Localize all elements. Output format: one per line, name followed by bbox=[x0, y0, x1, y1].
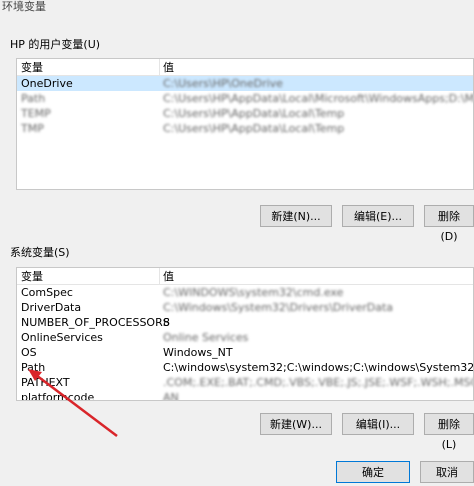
var-name: TMP bbox=[21, 122, 44, 135]
var-name: Path bbox=[21, 361, 46, 374]
var-value: C:\Users\HP\OneDrive bbox=[163, 77, 283, 90]
var-value: AN bbox=[163, 391, 179, 401]
system-delete-button[interactable]: 删除(L) bbox=[424, 413, 474, 451]
var-value: C:\windows\system32;C:\windows;C:\window… bbox=[163, 361, 474, 374]
var-name: DriverData bbox=[21, 301, 82, 314]
var-name: OneDrive bbox=[21, 77, 73, 90]
user-vars-header[interactable]: 变量 值 bbox=[17, 59, 473, 76]
var-value: 8 bbox=[163, 316, 170, 329]
system-vars-label: 系统变量(S) bbox=[10, 246, 70, 259]
system-new-button[interactable]: 新建(W)... bbox=[260, 413, 332, 435]
var-value: C:\Users\HP\AppData\Local\Microsoft\Wind… bbox=[163, 92, 474, 105]
col-value-header[interactable]: 值 bbox=[163, 268, 174, 285]
system-edit-button[interactable]: 编辑(I)... bbox=[342, 413, 414, 435]
cancel-button[interactable]: 取消 bbox=[420, 461, 474, 483]
var-value: C:\Windows\System32\Drivers\DriverData bbox=[163, 301, 394, 314]
table-row[interactable]: PATHEXT .COM;.EXE;.BAT;.CMD;.VBS;.VBE;.J… bbox=[17, 375, 473, 390]
col-name-header[interactable]: 变量 bbox=[21, 59, 43, 76]
var-name: platformcode bbox=[21, 391, 95, 401]
col-name-header[interactable]: 变量 bbox=[21, 268, 43, 285]
var-name: OS bbox=[21, 346, 37, 359]
user-delete-button[interactable]: 删除(D) bbox=[424, 205, 474, 243]
var-name: PATHEXT bbox=[21, 376, 70, 389]
var-value: Online Services bbox=[163, 331, 249, 344]
var-value: C:\WINDOWS\system32\cmd.exe bbox=[163, 286, 344, 299]
user-vars-label: HP 的用户变量(U) bbox=[10, 38, 101, 51]
table-row[interactable]: TMP C:\Users\HP\AppData\Local\Temp bbox=[17, 121, 473, 136]
window-title: 环境变量 bbox=[2, 0, 46, 13]
table-row[interactable]: Path C:\Users\HP\AppData\Local\Microsoft… bbox=[17, 91, 473, 106]
var-value: Windows_NT bbox=[163, 346, 233, 359]
var-value: C:\Users\HP\AppData\Local\Temp bbox=[163, 107, 345, 120]
user-new-button[interactable]: 新建(N)... bbox=[260, 205, 332, 227]
table-row[interactable]: OnlineServices Online Services bbox=[17, 330, 473, 345]
table-row[interactable]: platformcode AN bbox=[17, 390, 473, 401]
table-row[interactable]: OS Windows_NT bbox=[17, 345, 473, 360]
user-vars-list[interactable]: 变量 值 OneDrive C:\Users\HP\OneDrive Path … bbox=[16, 58, 474, 190]
var-value: .COM;.EXE;.BAT;.CMD;.VBS;.VBE;.JS;.JSE;.… bbox=[163, 376, 474, 389]
table-row[interactable]: OneDrive C:\Users\HP\OneDrive bbox=[17, 76, 473, 91]
table-row[interactable]: DriverData C:\Windows\System32\Drivers\D… bbox=[17, 300, 473, 315]
var-name: OnlineServices bbox=[21, 331, 103, 344]
column-separator[interactable] bbox=[159, 268, 160, 285]
var-name: TEMP bbox=[21, 107, 51, 120]
col-value-header[interactable]: 值 bbox=[163, 59, 174, 76]
var-name: NUMBER_OF_PROCESSORS bbox=[21, 316, 170, 329]
table-row[interactable]: Path C:\windows\system32;C:\windows;C:\w… bbox=[17, 360, 473, 375]
column-separator[interactable] bbox=[159, 59, 160, 76]
table-row[interactable]: NUMBER_OF_PROCESSORS 8 bbox=[17, 315, 473, 330]
var-value: C:\Users\HP\AppData\Local\Temp bbox=[163, 122, 345, 135]
table-row[interactable]: TEMP C:\Users\HP\AppData\Local\Temp bbox=[17, 106, 473, 121]
var-name: Path bbox=[21, 92, 46, 105]
user-edit-button[interactable]: 编辑(E)... bbox=[342, 205, 414, 227]
system-vars-header[interactable]: 变量 值 bbox=[17, 268, 473, 285]
system-vars-list[interactable]: 变量 值 ComSpec C:\WINDOWS\system32\cmd.exe… bbox=[16, 267, 474, 401]
ok-button[interactable]: 确定 bbox=[336, 461, 410, 483]
table-row[interactable]: ComSpec C:\WINDOWS\system32\cmd.exe bbox=[17, 285, 473, 300]
var-name: ComSpec bbox=[21, 286, 73, 299]
